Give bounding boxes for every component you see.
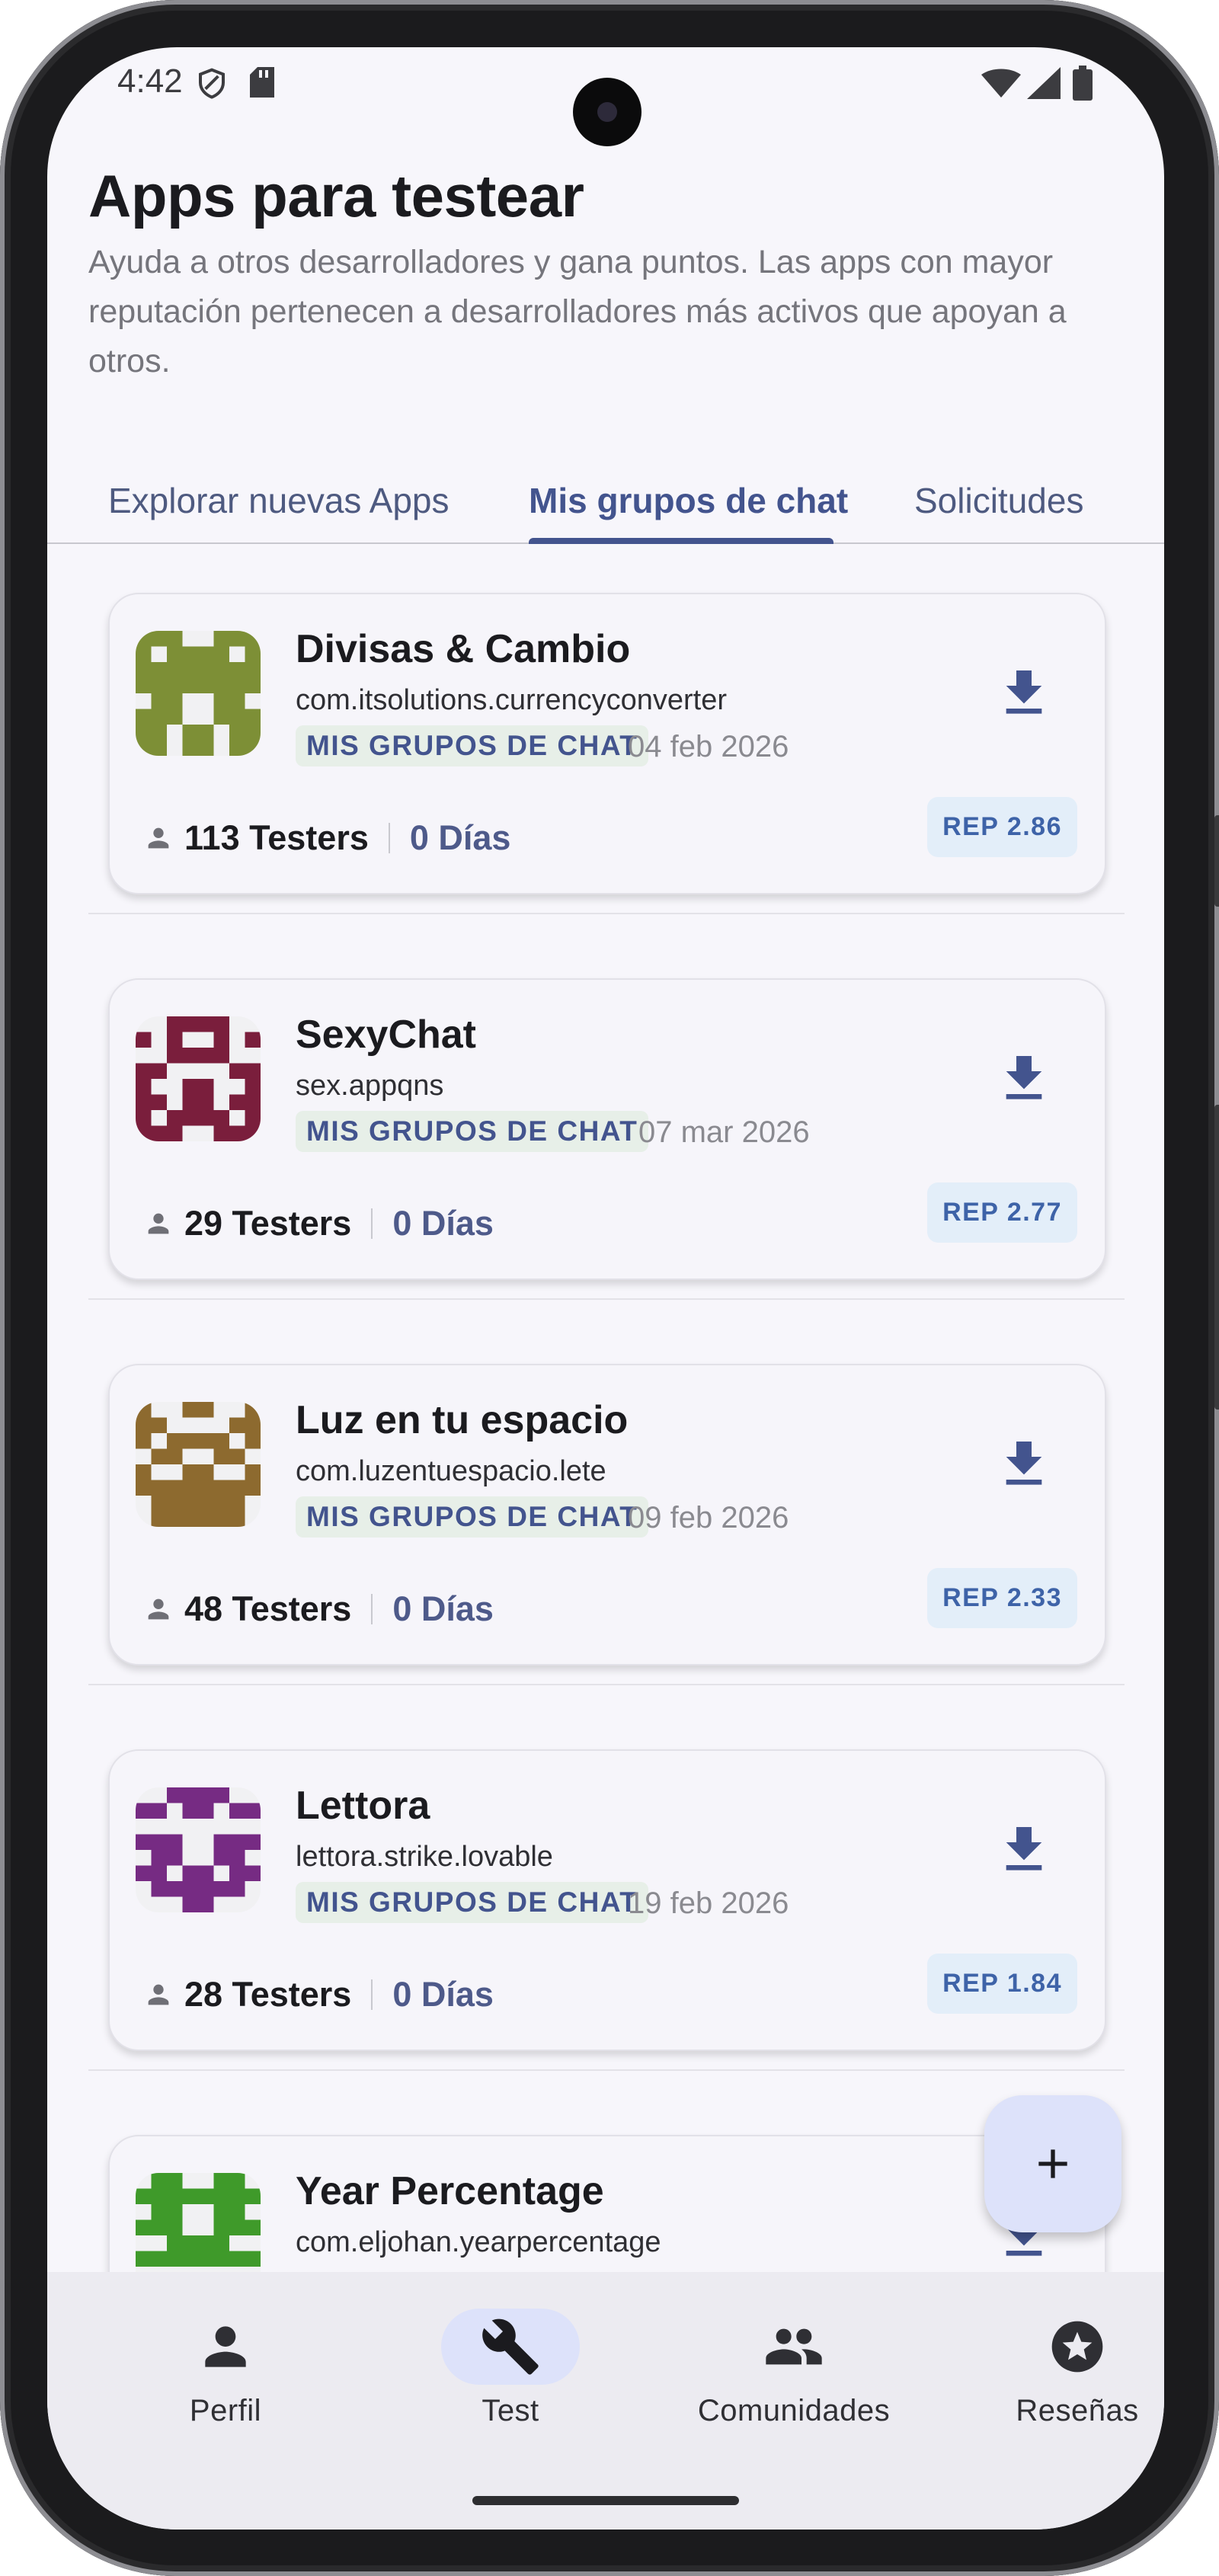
app-card[interactable]: Luz en tu espacio com.luzentuespacio.let… — [108, 1364, 1106, 1666]
page-subtitle: Ayuda a otros desarrolladores y gana pun… — [88, 244, 1067, 379]
app-name: Divisas & Cambio — [296, 627, 631, 671]
star-badge-icon — [1051, 2321, 1103, 2373]
app-name: SexyChat — [296, 1013, 476, 1057]
app-icon — [136, 1787, 261, 1912]
app-package: sex.appqns — [296, 1070, 444, 1102]
app-date: 07 mar 2026 — [638, 1115, 810, 1149]
reputation-badge: REP 2.77 — [927, 1182, 1077, 1243]
home-indicator[interactable] — [472, 2496, 739, 2505]
days-count: 0 Días — [392, 1204, 494, 1243]
status-badge: MIS GRUPOS DE CHAT — [296, 1111, 649, 1152]
divider — [88, 2069, 1125, 2071]
app-date: 19 feb 2026 — [628, 1886, 789, 1920]
identicon-icon — [136, 1016, 261, 1141]
days-count: 0 Días — [409, 818, 511, 857]
identicon-icon — [136, 631, 261, 756]
nav-item-test[interactable]: Test — [373, 2272, 648, 2455]
tab-mis-grupos[interactable]: Mis grupos de chat — [529, 480, 848, 521]
status-badge: MIS GRUPOS DE CHAT — [296, 1882, 649, 1923]
testers-row: 29 Testers 0 Días — [143, 1201, 494, 1246]
download-icon[interactable] — [993, 1434, 1054, 1495]
person-icon — [148, 1598, 169, 1620]
app-card[interactable]: Lettora lettora.strike.lovable MIS GRUPO… — [108, 1749, 1106, 2051]
app-icon — [136, 1016, 261, 1141]
app-icon — [136, 1402, 261, 1527]
app-name: Lettora — [296, 1784, 430, 1828]
signal-icon — [1027, 67, 1061, 99]
wrench-icon — [482, 2318, 539, 2375]
nav-item-resenas[interactable]: Reseñas — [940, 2272, 1164, 2455]
plus-icon — [1038, 2149, 1067, 2178]
bottom-navigation: Perfil Test Comunidades Reseñas — [47, 2272, 1164, 2530]
divider — [88, 1684, 1125, 1685]
add-app-button[interactable] — [984, 2095, 1121, 2232]
separator — [371, 1594, 373, 1624]
testers-count: 48 Testers — [184, 1589, 352, 1628]
sd-card-icon — [250, 67, 274, 98]
days-count: 0 Días — [392, 1975, 494, 2014]
nav-label: Perfil — [189, 2394, 262, 2427]
person-icon — [148, 1213, 169, 1234]
nav-item-perfil[interactable]: Perfil — [88, 2272, 363, 2455]
device-frame: 4:42 Apps para testear Ayuda a otros des… — [0, 0, 1219, 2576]
tab-bar: Explorar nuevas Apps Mis grupos de chat … — [47, 459, 1164, 544]
divider — [88, 913, 1125, 914]
testers-count: 29 Testers — [184, 1204, 352, 1243]
app-package: lettora.strike.lovable — [296, 1841, 553, 1873]
testers-count: 28 Testers — [184, 1975, 352, 2014]
app-package: com.luzentuespacio.lete — [296, 1455, 606, 1487]
testers-row: 113 Testers 0 Días — [143, 815, 510, 861]
identicon-icon — [136, 1787, 261, 1912]
volume-button — [1214, 815, 1219, 907]
testers-row: 48 Testers 0 Días — [143, 1586, 494, 1632]
app-name: Year Percentage — [296, 2169, 604, 2213]
reputation-badge: REP 2.86 — [927, 797, 1077, 857]
divider — [88, 1298, 1125, 1300]
nav-label: Test — [482, 2394, 539, 2427]
nav-label: Comunidades — [697, 2394, 891, 2427]
status-badge: MIS GRUPOS DE CHAT — [296, 725, 649, 766]
testers-row: 28 Testers 0 Días — [143, 1972, 494, 2018]
reputation-badge: REP 1.84 — [927, 1954, 1077, 2014]
days-count: 0 Días — [392, 1589, 494, 1628]
tab-solicitudes[interactable]: Solicitudes — [914, 480, 1083, 521]
app-package: com.itsolutions.currencyconverter — [296, 684, 727, 716]
identicon-icon — [136, 1402, 261, 1527]
person-icon — [148, 1984, 169, 2005]
tab-indicator — [529, 538, 833, 544]
status-badge: MIS GRUPOS DE CHAT — [296, 1496, 649, 1538]
screen: 4:42 Apps para testear Ayuda a otros des… — [47, 47, 1164, 2530]
download-icon[interactable] — [993, 663, 1054, 724]
app-date: 09 feb 2026 — [628, 1501, 789, 1534]
wifi-icon — [981, 69, 1021, 98]
app-card[interactable]: Divisas & Cambio com.itsolutions.currenc… — [108, 593, 1106, 894]
side-button — [1214, 1105, 1219, 1410]
separator — [388, 823, 390, 853]
app-card[interactable]: SexyChat sex.appqns MIS GRUPOS DE CHAT 0… — [108, 978, 1106, 1280]
nav-item-comunidades[interactable]: Comunidades — [657, 2272, 931, 2455]
person-icon — [205, 2326, 246, 2367]
separator — [371, 1979, 373, 2010]
group-icon — [766, 2328, 822, 2365]
testers-count: 113 Testers — [184, 818, 369, 857]
status-time: 4:42 — [117, 62, 183, 100]
app-name: Luz en tu espacio — [296, 1398, 629, 1442]
nav-label: Reseñas — [1016, 2394, 1139, 2427]
tab-explorar[interactable]: Explorar nuevas Apps — [108, 480, 450, 521]
app-icon — [136, 631, 261, 756]
front-camera — [573, 78, 641, 146]
download-icon[interactable] — [993, 1048, 1054, 1109]
page-title: Apps para testear — [88, 162, 584, 229]
app-package: com.eljohan.yearpercentage — [296, 2226, 661, 2258]
reputation-badge: REP 2.33 — [927, 1568, 1077, 1628]
battery-icon — [1073, 66, 1093, 101]
person-icon — [148, 827, 169, 849]
separator — [371, 1208, 373, 1239]
download-icon[interactable] — [993, 1819, 1054, 1880]
app-date: 04 feb 2026 — [628, 730, 789, 763]
shield-icon — [199, 68, 225, 99]
